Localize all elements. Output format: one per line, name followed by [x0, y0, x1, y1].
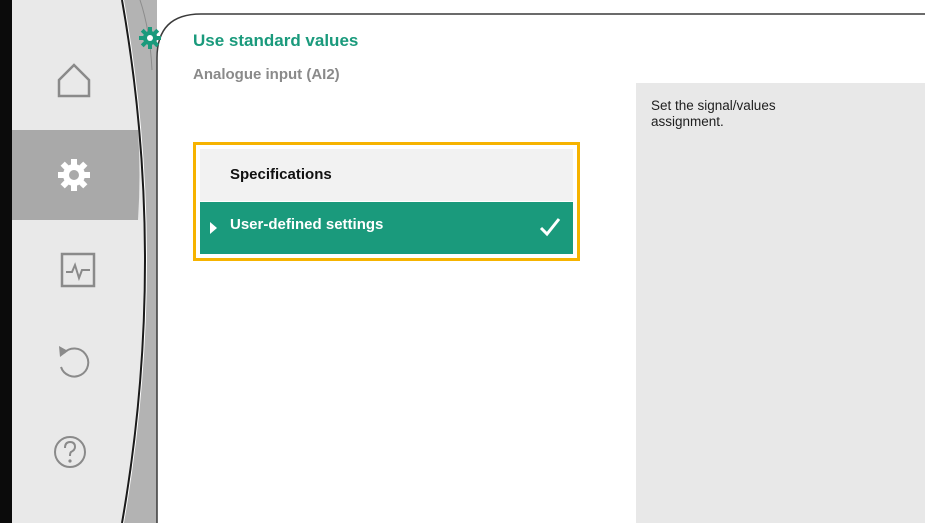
nav-settings-button[interactable]: [50, 151, 98, 199]
option-label: User-defined settings: [230, 216, 384, 233]
restore-icon: [59, 346, 90, 378]
gear-icon: [58, 159, 90, 191]
focus-caret-icon: [210, 222, 217, 234]
nav-home-button[interactable]: [50, 56, 98, 104]
help-text: Set the signal/values assignment.: [651, 98, 776, 129]
option-user-defined-settings[interactable]: User-defined settings: [200, 202, 573, 254]
help-panel: Set the signal/values assignment.: [636, 83, 925, 523]
checkmark-icon: [539, 218, 561, 237]
page-title: Use standard values: [193, 31, 359, 50]
nav-restore-button[interactable]: [50, 338, 98, 386]
option-specifications[interactable]: Specifications: [200, 149, 573, 201]
header-gear-icon: [139, 27, 161, 49]
page-subtitle: Analogue input (AI2): [193, 66, 340, 83]
nav-diagnostics-button[interactable]: [54, 246, 102, 294]
nav-help-button[interactable]: [46, 428, 94, 476]
monitor-icon: [60, 252, 96, 288]
help-icon: [54, 436, 86, 468]
home-icon: [57, 63, 91, 98]
option-label: Specifications: [230, 166, 332, 183]
device-screen: Use standard values Analogue input (AI2)…: [0, 0, 925, 523]
options-list: Specifications User-defined settings: [193, 142, 580, 261]
